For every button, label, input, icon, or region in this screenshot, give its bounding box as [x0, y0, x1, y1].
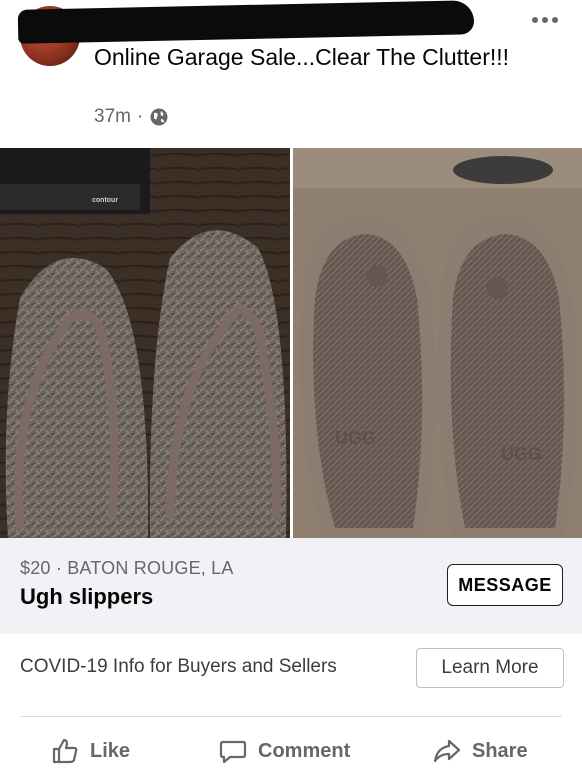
- divider: [20, 716, 562, 717]
- group-name-link[interactable]: Online Garage Sale...Clear The Clutter!!…: [94, 42, 554, 72]
- comment-button[interactable]: Comment: [218, 736, 350, 766]
- brand-label-ugg-left: UGG: [335, 428, 376, 448]
- comment-bubble-icon: [219, 740, 247, 764]
- post-meta: 37m ·: [94, 106, 169, 128]
- post-time[interactable]: 37m: [94, 106, 131, 128]
- covid-info-text: COVID-19 Info for Buyers and Sellers: [20, 656, 337, 677]
- meta-separator: ·: [136, 106, 144, 127]
- redacted-poster-name: [17, 0, 475, 44]
- price-location: $20 · BATON ROUGE, LA: [20, 558, 234, 578]
- share-arrow-icon: [433, 739, 461, 763]
- listing-title: Ugh slippers: [20, 584, 154, 609]
- post-actions: Like Comment Share: [0, 722, 582, 778]
- photo-slipper-soles[interactable]: UGG UGG: [293, 148, 582, 538]
- comment-label: Comment: [258, 739, 351, 762]
- like-label: Like: [90, 739, 131, 762]
- more-dots-icon[interactable]: [527, 10, 563, 30]
- globe-icon: [150, 108, 168, 126]
- thumbs-up-icon: [52, 738, 78, 764]
- post-header: Online Garage Sale...Clear The Clutter!!…: [0, 0, 582, 148]
- message-button[interactable]: MESSAGE: [447, 564, 563, 606]
- share-label: Share: [472, 739, 528, 762]
- brand-label-ugg-right: UGG: [501, 444, 542, 464]
- listing-photos: contour UGG UGG: [0, 148, 582, 538]
- learn-more-button[interactable]: Learn More: [416, 648, 564, 688]
- brand-label-contour: contour: [92, 197, 118, 204]
- share-button[interactable]: Share: [432, 736, 528, 766]
- like-button[interactable]: Like: [50, 736, 130, 766]
- photo-fuzzy-slippers-top[interactable]: contour: [0, 148, 290, 538]
